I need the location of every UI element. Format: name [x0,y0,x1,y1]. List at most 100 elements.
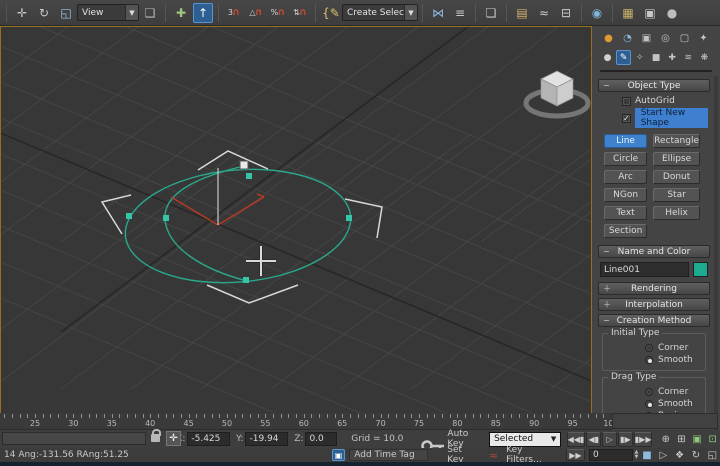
helix-button[interactable]: Helix [653,206,700,220]
rendered-frame-button[interactable]: ▣ [640,3,660,23]
timeline-tick [242,414,243,418]
go-to-end-button[interactable]: ▮▶▶ [634,432,653,447]
x-coordinate-field[interactable]: -5.425 [187,432,230,446]
lock-selection-icon[interactable] [151,434,160,442]
ngon-button[interactable]: NGon [604,188,647,202]
current-frame-field[interactable]: 0 [589,449,633,461]
zoom-all-button[interactable]: ⊞ [674,432,689,446]
tab-create[interactable]: ● [600,30,617,46]
render-production-button[interactable]: ● [662,3,682,23]
y-coordinate-field[interactable]: -19.94 [245,432,288,446]
snap-toggle-3d-button[interactable]: 3∩ [224,3,244,23]
autogrid-checkbox[interactable] [622,97,631,106]
select-scale-button[interactable]: ◱ [56,3,76,23]
play-button[interactable]: ▷ [602,432,617,447]
object-type-header[interactable]: − Object Type [598,79,710,92]
object-name-input[interactable]: Line001 [600,262,689,277]
start-new-shape-checkbox[interactable]: ✓ [622,114,631,123]
named-selection-dropdown[interactable]: Create Selection Se ▼ [342,4,418,21]
ellipse-button[interactable]: Ellipse [653,152,700,166]
previous-frame-button[interactable]: ◀▮ [586,432,601,447]
frame-spinner[interactable]: ▲ ▼ [634,450,638,460]
select-move-button[interactable]: ✛ [12,3,32,23]
subtab-lights[interactable]: ✧ [632,50,647,65]
render-setup-button[interactable]: ▦ [618,3,638,23]
tab-display[interactable]: ▢ [676,30,693,46]
select-rotate-button[interactable]: ↻ [34,3,54,23]
new-key-settings-button[interactable]: ≈ [486,448,501,462]
initial-corner-radio[interactable] [645,344,653,352]
timeline-frame-label: 50 [217,419,237,428]
perspective-viewport[interactable] [0,26,592,414]
drag-corner-radio[interactable] [645,388,653,396]
key-filters-button[interactable]: Key Filters... [501,448,565,462]
circle-button[interactable]: Circle [604,152,647,166]
material-editor-button[interactable]: ◉ [587,3,607,23]
isolate-selection-toggle[interactable]: ▣ [332,449,346,461]
z-coordinate-field[interactable]: 0.0 [305,432,337,446]
pan-view-button[interactable]: ❖ [672,448,687,462]
subtab-shapes[interactable]: ✎ [616,50,631,65]
spinner-snap-button[interactable]: ⇅∩ [290,3,310,23]
schematic-view-button[interactable]: ⊟ [556,3,576,23]
object-color-swatch[interactable] [693,262,708,277]
set-key-button[interactable]: Set Key [442,448,485,462]
creation-method-header[interactable]: − Creation Method [598,314,710,327]
key-mode-toggle[interactable]: ▶▶ [566,449,585,461]
subtab-geometry[interactable]: ● [600,50,615,65]
viewcube[interactable] [526,71,588,116]
tab-modify[interactable]: ◔ [619,30,636,46]
subtab-spacewarps[interactable]: ≋ [681,50,696,65]
name-color-header[interactable]: − Name and Color [598,245,710,258]
use-pivot-center-button[interactable]: ❏ [140,3,160,23]
zoom-extents-button[interactable]: ▣ [690,432,705,446]
text-button[interactable]: Text [604,206,647,220]
interpolation-header[interactable]: ＋ Interpolation [598,298,710,311]
donut-button[interactable]: Donut [653,170,700,184]
keyboard-override-toggle[interactable]: ↑ [193,3,213,23]
timeline-tick [258,414,259,418]
absolute-mode-toggle[interactable]: ✛ [166,431,181,446]
rendering-title: Rendering [631,284,677,294]
selection-mode-button[interactable]: ▷ [656,448,671,462]
time-configuration-button[interactable]: ■ [639,448,654,462]
star-button[interactable]: Star [653,188,700,202]
angle-snap-button[interactable]: △∩ [246,3,266,23]
shape-category-dropdown[interactable]: Splines ▼ [600,70,712,72]
next-frame-button[interactable]: ▮▶ [618,432,633,447]
toggle-ribbon-button[interactable]: ▤ [512,3,532,23]
line-button[interactable]: Line [604,134,647,148]
drag-smooth-radio[interactable] [645,400,653,408]
active-vertex[interactable] [240,161,248,169]
rendering-header[interactable]: ＋ Rendering [598,282,710,295]
named-selection-sets-button[interactable]: {✎ [321,3,341,23]
timeline-ruler[interactable]: 253035404550556065707580859095100 [0,413,612,430]
subtab-helpers[interactable]: ✚ [665,50,680,65]
zoom-extents-all-button[interactable]: ⊡ [705,432,720,446]
tab-hierarchy[interactable]: ▣ [638,30,655,46]
go-to-start-button[interactable]: ◀◀▮ [567,432,586,447]
subtab-cameras[interactable]: ■ [648,50,663,65]
zoom-button[interactable]: ⊕ [658,432,673,446]
arc-button[interactable]: Arc [604,170,647,184]
subtab-systems[interactable]: ❋ [697,50,712,65]
align-button[interactable]: ≡ [450,3,470,23]
timeline-frame-label: 60 [294,419,314,428]
reference-coordinate-dropdown[interactable]: View ▼ [77,4,139,21]
tab-utilities[interactable]: ✦ [695,30,712,46]
add-time-tag-field[interactable]: Add Time Tag [349,449,428,461]
rectangle-button[interactable]: Rectangle [653,134,700,148]
orbit-button[interactable]: ↻ [688,448,703,462]
mirror-button[interactable]: ⋈ [428,3,448,23]
start-new-shape-label[interactable]: Start New Shape [635,108,708,128]
tab-motion[interactable]: ◎ [657,30,674,46]
auto-key-button[interactable]: Auto Key [442,432,489,446]
section-button[interactable]: Section [604,224,647,238]
percent-snap-button[interactable]: %∩ [268,3,288,23]
track-bar[interactable] [2,432,146,445]
layer-manager-button[interactable]: ❏ [481,3,501,23]
initial-smooth-radio[interactable] [645,356,653,364]
maximize-viewport-button[interactable]: ◱ [705,448,720,462]
curve-editor-button[interactable]: ≈ [534,3,554,23]
select-manipulate-button[interactable]: ✚ [171,3,191,23]
